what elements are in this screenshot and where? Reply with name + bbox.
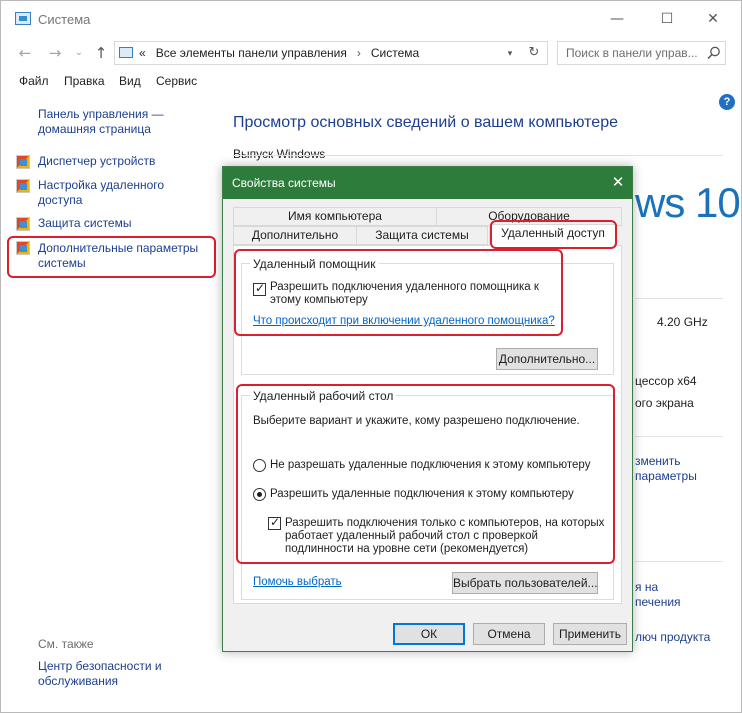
apply-button[interactable]: Применить (553, 623, 627, 645)
windows-10-logo: ws 10 (635, 179, 741, 226)
divider (635, 561, 723, 562)
divider (635, 436, 723, 437)
minimize-button[interactable]: — (607, 9, 627, 29)
tab-advanced[interactable]: Дополнительно (233, 226, 357, 245)
tab-computer-name[interactable]: Имя компьютера (233, 207, 437, 226)
product-key-link[interactable]: люч продукта (635, 630, 710, 644)
menu-tools[interactable]: Сервис (156, 74, 197, 88)
system-type: цессор x64 (635, 374, 697, 388)
sidebar-item-device-manager[interactable]: Диспетчер устройств (38, 154, 208, 169)
divider (635, 298, 723, 299)
window-title: Система (38, 12, 91, 27)
activation-link-2[interactable]: печения (635, 595, 681, 609)
system-window-icon (15, 12, 31, 25)
highlight-remote-tab (490, 220, 617, 249)
highlight-advanced-settings (7, 236, 216, 278)
search-input[interactable]: Поиск в панели управ... (557, 41, 726, 65)
sidebar-item-system-protection[interactable]: Защита системы (38, 216, 208, 231)
forward-button[interactable]: → (45, 43, 65, 63)
page-title: Просмотр основных сведений о вашем компь… (233, 114, 618, 131)
highlight-remote-assistance (234, 249, 563, 336)
breadcrumb-chevron[interactable]: « (139, 46, 146, 60)
sidebar-item-remote-settings[interactable]: Настройка удаленного доступа (38, 178, 178, 208)
select-users-button[interactable]: Выбрать пользователей... (452, 572, 598, 594)
breadcrumb-separator: › (356, 46, 361, 60)
address-bar[interactable]: « Все элементы панели управления › Систе… (114, 41, 548, 65)
highlight-remote-desktop (236, 384, 615, 564)
breadcrumb: « Все элементы панели управления › Систе… (139, 46, 419, 60)
control-panel-icon (119, 47, 133, 58)
title-bar: Система — ☐ ✕ (1, 1, 741, 39)
activation-link[interactable]: я на (635, 580, 658, 594)
divider (233, 155, 723, 156)
breadcrumb-system[interactable]: Система (371, 46, 419, 60)
maximize-button[interactable]: ☐ (657, 9, 677, 29)
shield-icon (16, 155, 30, 169)
menu-edit[interactable]: Правка (64, 74, 105, 88)
change-settings-link-2[interactable]: параметры (635, 469, 697, 483)
address-dropdown-icon[interactable]: ▾ (501, 45, 519, 61)
back-button[interactable]: ← (15, 43, 35, 63)
up-button[interactable]: ↑ (91, 43, 111, 63)
control-panel-home-link[interactable]: Панель управления — домашняя страница (38, 107, 188, 137)
refresh-icon[interactable]: ↻ (525, 44, 543, 62)
search-placeholder: Поиск в панели управ... (566, 46, 698, 60)
dialog-close-icon[interactable]: ✕ (609, 173, 627, 191)
change-settings-link[interactable]: зменить (635, 454, 681, 468)
close-button[interactable]: ✕ (703, 9, 723, 29)
tab-system-protection[interactable]: Защита системы (356, 226, 488, 245)
ok-button[interactable]: ОК (393, 623, 465, 645)
breadcrumb-all-items[interactable]: Все элементы панели управления (156, 46, 347, 60)
cancel-button[interactable]: Отмена (473, 623, 545, 645)
pen-touch: ого экрана (635, 396, 694, 410)
shield-icon (16, 217, 30, 231)
see-also-heading: См. также (38, 637, 94, 651)
navigation-bar: ← → ⌄ ↑ « Все элементы панели управления… (1, 41, 741, 67)
windows-edition-label: Выпуск Windows (233, 147, 326, 161)
recent-locations-dropdown[interactable]: ⌄ (69, 43, 89, 63)
search-icon[interactable] (706, 45, 722, 61)
shield-icon (16, 179, 30, 193)
menu-view[interactable]: Вид (119, 74, 141, 88)
help-icon[interactable]: ? (719, 94, 735, 110)
menu-file[interactable]: Файл (19, 74, 49, 88)
security-maintenance-link[interactable]: Центр безопасности и обслуживания (38, 659, 188, 689)
cpu-speed: 4.20 GHz (657, 315, 708, 329)
dialog-title-bar: Свойства системы ✕ (223, 167, 632, 199)
assistance-advanced-button[interactable]: Дополнительно... (496, 348, 598, 370)
help-me-choose-link[interactable]: Помочь выбрать (253, 576, 342, 588)
dialog-title: Свойства системы (232, 176, 336, 190)
